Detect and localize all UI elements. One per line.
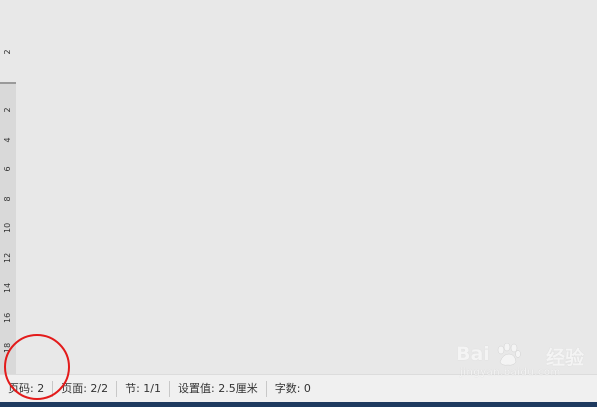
ruler-label: 14 — [3, 282, 12, 293]
ruler-label: 4 — [3, 137, 12, 143]
ruler-top-margin: 2 — [0, 0, 16, 82]
paw-icon — [497, 343, 521, 366]
baidu-jingyan-watermark: Bai 经验 jingyan.baidu.com — [456, 343, 594, 381]
taskbar-strip — [0, 402, 597, 407]
status-setting-value[interactable]: 设置值: 2.5厘米 — [170, 380, 267, 397]
ruler-label: 2 — [3, 107, 12, 113]
watermark-brand-text: Bai — [456, 343, 490, 365]
word-processor-window: 2 2 4 6 8 10 12 14 16 18 页码: 2 页面: 2/2 节… — [0, 0, 597, 407]
ruler-label: 16 — [3, 312, 12, 323]
ruler-label: 8 — [3, 196, 12, 202]
vertical-ruler[interactable]: 2 2 4 6 8 10 12 14 16 18 — [0, 0, 16, 376]
ruler-label: 2 — [3, 49, 12, 55]
status-word-count[interactable]: 字数: 0 — [267, 381, 319, 397]
annotation-circle — [4, 334, 70, 400]
document-canvas[interactable] — [16, 0, 597, 374]
watermark-url: jingyan.baidu.com — [460, 367, 561, 378]
ruler-label: 10 — [3, 222, 12, 233]
status-section[interactable]: 节: 1/1 — [117, 380, 171, 397]
watermark-cn-text: 经验 — [546, 347, 585, 369]
ruler-label: 12 — [3, 252, 12, 263]
ruler-label: 6 — [3, 166, 12, 172]
